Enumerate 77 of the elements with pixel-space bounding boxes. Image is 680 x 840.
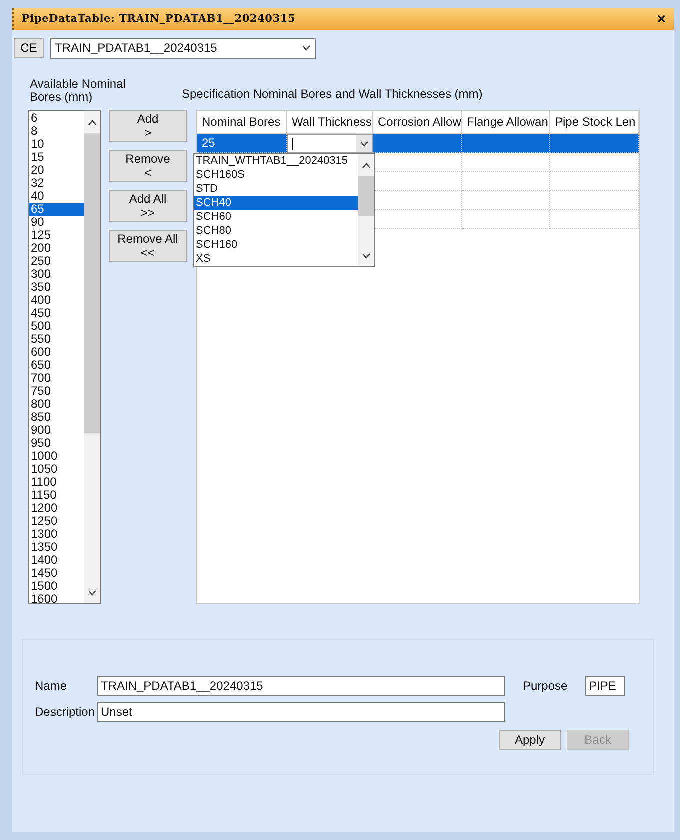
list-item[interactable]: 65 (29, 203, 84, 216)
list-item[interactable]: 800 (29, 398, 84, 411)
scroll-down-icon[interactable] (362, 253, 370, 259)
list-item[interactable]: 40 (29, 190, 84, 203)
description-label: Description (35, 705, 96, 719)
list-item[interactable]: 600 (29, 346, 84, 359)
list-item[interactable]: 32 (29, 177, 84, 190)
purpose-label: Purpose (523, 679, 569, 693)
column-header[interactable]: Flange Allowan (462, 111, 550, 134)
list-item[interactable]: 1450 (29, 567, 84, 580)
move-button[interactable]: Add > (109, 110, 187, 142)
dropdown-option[interactable]: SCH80 (194, 224, 358, 238)
close-button[interactable]: × (657, 10, 666, 28)
list-item[interactable]: 125 (29, 229, 84, 242)
scrollbar-thumb[interactable] (84, 133, 100, 433)
list-item[interactable]: 1250 (29, 515, 84, 528)
list-item[interactable]: 200 (29, 242, 84, 255)
dropdown-option[interactable]: XS (194, 252, 358, 266)
list-item[interactable]: 550 (29, 333, 84, 346)
list-item[interactable]: 750 (29, 385, 84, 398)
list-item[interactable]: 1200 (29, 502, 84, 515)
list-item[interactable]: 250 (29, 255, 84, 268)
list-item[interactable]: 1000 (29, 450, 84, 463)
name-label: Name (35, 679, 68, 693)
scroll-up-icon[interactable] (362, 163, 370, 169)
list-item[interactable]: 10 (29, 138, 84, 151)
column-header[interactable]: Pipe Stock Len (550, 111, 639, 134)
list-item[interactable]: 850 (29, 411, 84, 424)
column-header[interactable]: Wall Thickness (287, 111, 373, 134)
name-field[interactable]: TRAIN_PDATAB1__20240315 (97, 676, 505, 696)
list-item[interactable]: 90 (29, 216, 84, 229)
available-bores-label: Available Nominal Bores (mm) (30, 78, 127, 104)
dropdown-option[interactable]: SCH60 (194, 210, 358, 224)
list-item[interactable]: 450 (29, 307, 84, 320)
scroll-down-icon[interactable] (88, 590, 96, 596)
scroll-up-icon[interactable] (88, 120, 96, 126)
purpose-field[interactable]: PIPE (585, 676, 625, 696)
list-item[interactable]: 1500 (29, 580, 84, 593)
dropdown-option[interactable]: SCH40 (194, 196, 358, 210)
move-button[interactable]: Remove All << (109, 230, 187, 262)
available-bores-list[interactable]: 6 8 10 15 20 32 40 65 90 125 200 250 300 350 400 450 500 550 600 650 700 750 800 850 900 950 1000 1050 1100 1150 1200 1250 1300 1350 1400 1450 1500 1600 (28, 110, 101, 604)
window-title: PipeDataTable: TRAIN_PDATAB1__20240315 (22, 13, 296, 25)
move-button[interactable]: Add All >> (109, 190, 187, 222)
list-item[interactable]: 1600 (29, 593, 84, 603)
dropdown-option[interactable]: TRAIN_WTHTAB1__20240315 (194, 154, 358, 168)
list-item[interactable]: 1150 (29, 489, 84, 502)
list-item[interactable]: 8 (29, 125, 84, 138)
table-selector[interactable]: TRAIN_PDATAB1__20240315 (50, 38, 316, 58)
list-item[interactable]: 1350 (29, 541, 84, 554)
list-item[interactable]: 350 (29, 281, 84, 294)
list-item[interactable]: 1300 (29, 528, 84, 541)
column-header[interactable]: Nominal Bores (197, 111, 287, 134)
list-item[interactable]: 650 (29, 359, 84, 372)
list-item[interactable]: 950 (29, 437, 84, 450)
list-item[interactable]: 1050 (29, 463, 84, 476)
column-header[interactable]: Corrosion Allow (373, 111, 462, 134)
list-item[interactable]: 400 (29, 294, 84, 307)
list-item[interactable]: 500 (29, 320, 84, 333)
list-item[interactable]: 700 (29, 372, 84, 385)
dropdown-option[interactable]: SCH160S (194, 168, 358, 182)
move-button[interactable]: Remove < (109, 150, 187, 182)
dropdown-option[interactable]: STD (194, 182, 358, 196)
list-item[interactable]: 20 (29, 164, 84, 177)
list-item[interactable]: 1100 (29, 476, 84, 489)
dropdown-option[interactable]: SCH160 (194, 238, 358, 252)
specification-label: Specification Nominal Bores and Wall Thicknesses (mm) (182, 87, 483, 101)
table-row[interactable]: 25 (197, 134, 639, 153)
ce-button[interactable]: CE (14, 38, 44, 58)
list-item[interactable]: 900 (29, 424, 84, 437)
list-item[interactable]: 300 (29, 268, 84, 281)
scrollbar-thumb[interactable] (358, 176, 374, 216)
description-field[interactable]: Unset (97, 702, 505, 722)
apply-button[interactable]: Apply (499, 730, 561, 750)
list-item[interactable]: 6 (29, 112, 84, 125)
list-item[interactable]: 15 (29, 151, 84, 164)
text-cursor-icon (292, 138, 294, 150)
list-item[interactable]: 1400 (29, 554, 84, 567)
